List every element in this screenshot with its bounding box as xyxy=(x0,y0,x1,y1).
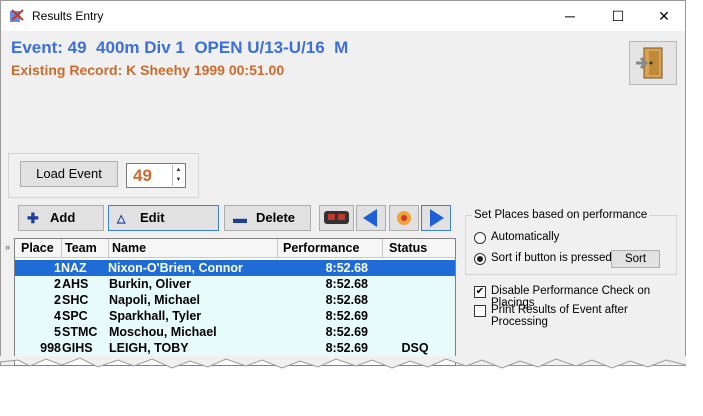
cell-status[interactable] xyxy=(385,324,445,340)
grid-header: Place Team Name Performance Status xyxy=(15,239,455,258)
close-button[interactable]: ✕ xyxy=(641,1,687,31)
cell-place[interactable]: 998 xyxy=(15,340,61,356)
cell-name[interactable]: Moschou, Michael xyxy=(109,324,275,340)
cell-performance[interactable]: 8:52.69 xyxy=(277,324,368,340)
cell-team[interactable]: NAZ xyxy=(61,260,108,276)
arrow-right-icon xyxy=(430,209,444,227)
column-header-team[interactable]: Team xyxy=(65,240,97,256)
app-icon xyxy=(10,9,24,22)
cell-name[interactable]: LEIGH, TOBY xyxy=(109,340,275,356)
table-row[interactable]: 998 GIHS LEIGH, TOBY 8:52.69 DSQ xyxy=(15,340,455,356)
sort-button[interactable]: Sort xyxy=(611,250,660,268)
torn-edge xyxy=(0,356,687,369)
disable-check-checkbox[interactable]: ✔ xyxy=(474,286,486,298)
cell-performance[interactable]: 8:52.68 xyxy=(277,260,368,276)
cell-place[interactable]: 2 xyxy=(15,276,61,292)
print-results-checkbox[interactable] xyxy=(474,305,486,317)
cell-place[interactable]: 2 xyxy=(15,292,61,308)
triangle-up-icon: △ xyxy=(117,213,126,225)
results-entry-window: Results Entry ─ ☐ ✕ Event: 49 400m Div 1… xyxy=(0,0,686,366)
cell-team[interactable]: SPC xyxy=(62,308,107,324)
minimize-button[interactable]: ─ xyxy=(547,1,593,31)
maximize-button[interactable]: ☐ xyxy=(595,1,641,31)
cell-performance[interactable]: 8:52.68 xyxy=(277,292,368,308)
cell-status[interactable]: DSQ xyxy=(385,340,445,356)
cell-performance[interactable]: 8:52.68 xyxy=(277,276,368,292)
cell-team[interactable]: SHC xyxy=(62,292,107,308)
radio-sort-on-button-label[interactable]: Sort if button is pressed: xyxy=(491,252,615,264)
row-indicator-icon: » xyxy=(5,242,11,252)
event-number-value[interactable]: 49 xyxy=(133,166,152,186)
disqualify-button[interactable] xyxy=(319,205,354,231)
cell-name[interactable]: Napoli, Michael xyxy=(109,292,275,308)
cell-place[interactable]: 5 xyxy=(15,324,61,340)
next-button[interactable] xyxy=(421,205,451,231)
spin-down-icon[interactable]: ▼ xyxy=(173,175,184,185)
table-row[interactable]: 2 SHC Napoli, Michael 8:52.68 xyxy=(15,292,455,308)
set-places-group-title: Set Places based on performance xyxy=(472,209,650,221)
column-header-name[interactable]: Name xyxy=(112,240,146,256)
radio-automatically[interactable] xyxy=(474,232,486,244)
cell-team[interactable]: STMC xyxy=(62,324,107,340)
minus-icon: ▬ xyxy=(233,210,247,226)
delete-button[interactable]: ▬ Delete xyxy=(224,205,311,231)
exit-button[interactable] xyxy=(629,41,677,85)
stop-button[interactable] xyxy=(389,205,419,231)
column-header-place[interactable]: Place xyxy=(21,240,54,256)
cell-name[interactable]: Nixon-O'Brien, Connor xyxy=(108,260,277,276)
cell-team[interactable]: GIHS xyxy=(62,340,107,356)
print-results-label[interactable]: Print Results of Event after Processing xyxy=(491,304,685,328)
arrow-left-icon xyxy=(363,209,377,227)
results-grid[interactable]: Place Team Name Performance Status 1 NAZ… xyxy=(14,238,456,366)
column-header-status[interactable]: Status xyxy=(389,240,427,256)
radio-selected-dot xyxy=(477,256,483,262)
window-title: Results Entry xyxy=(32,9,104,23)
cell-status[interactable] xyxy=(385,308,445,324)
stop-icon xyxy=(397,211,411,225)
cell-status[interactable] xyxy=(385,260,445,276)
radio-sort-on-button[interactable] xyxy=(474,253,486,265)
exit-door-icon xyxy=(636,47,663,79)
table-row[interactable]: 4 SPC Sparkhall, Tyler 8:52.69 xyxy=(15,308,455,324)
title-bar[interactable]: Results Entry ─ ☐ ✕ xyxy=(1,1,685,31)
cell-name[interactable]: Sparkhall, Tyler xyxy=(109,308,275,324)
cell-team[interactable]: AHS xyxy=(62,276,107,292)
event-title: Event: 49 400m Div 1 OPEN U/13-U/16 M xyxy=(11,38,349,57)
existing-record: Existing Record: K Sheehy 1999 00:51.00 xyxy=(11,62,285,78)
cell-status[interactable] xyxy=(385,292,445,308)
cell-performance[interactable]: 8:52.69 xyxy=(277,308,368,324)
table-row[interactable]: 1 NAZ Nixon-O'Brien, Connor 8:52.68 xyxy=(15,260,455,276)
radio-automatically-label[interactable]: Automatically xyxy=(491,231,559,243)
cell-place[interactable]: 4 xyxy=(15,308,61,324)
spin-up-icon[interactable]: ▲ xyxy=(173,165,184,175)
cell-name[interactable]: Burkin, Oliver xyxy=(109,276,275,292)
column-header-performance[interactable]: Performance xyxy=(283,240,359,256)
cell-status[interactable] xyxy=(385,276,445,292)
load-event-button[interactable]: Load Event xyxy=(20,161,118,187)
table-row[interactable]: 5 STMC Moschou, Michael 8:52.69 xyxy=(15,324,455,340)
add-button[interactable]: ✚ Add xyxy=(18,205,104,231)
cell-performance[interactable]: 8:52.69 xyxy=(277,340,368,356)
previous-button[interactable] xyxy=(356,205,386,231)
table-row[interactable]: 2 AHS Burkin, Oliver 8:52.68 xyxy=(15,276,455,292)
plus-icon: ✚ xyxy=(27,210,39,226)
edit-button[interactable]: △ Edit xyxy=(108,205,219,231)
event-number-stepper[interactable]: 49 ▲ ▼ xyxy=(126,163,186,188)
cell-place[interactable]: 1 xyxy=(15,260,61,276)
runner-glasses-icon xyxy=(324,211,349,224)
